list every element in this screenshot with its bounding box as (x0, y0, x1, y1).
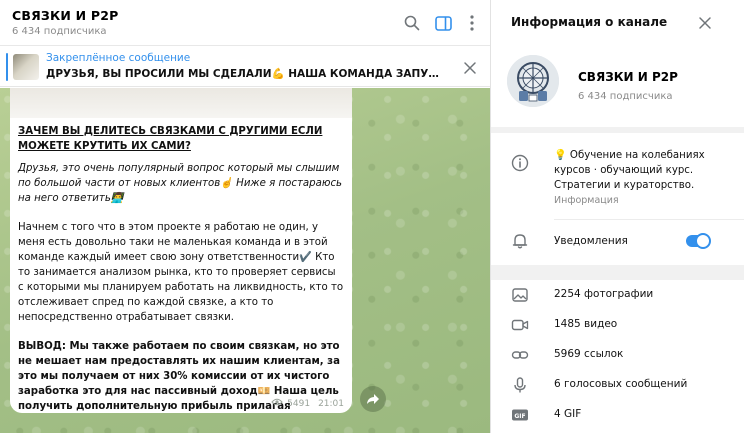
pinned-thumbnail (13, 54, 39, 80)
message-time: 21:01 (318, 398, 344, 409)
media-row-voice[interactable]: 6 голосовых сообщений (491, 370, 744, 400)
message-image[interactable] (10, 88, 352, 118)
media-label: 2254 фотографии (554, 288, 654, 300)
forward-button[interactable] (360, 386, 386, 412)
sidebar-toggle-icon[interactable] (432, 12, 454, 34)
info-title: Информация о канале (511, 15, 668, 29)
message-meta: 5491 21:01 (271, 398, 344, 409)
pinned-text: ДРУЗЬЯ, ВЫ ПРОСИЛИ МЫ СДЕЛАЛИ💪 НАША КОМА… (46, 68, 442, 80)
pinned-indicator (6, 53, 8, 81)
chat-title[interactable]: СВЯЗКИ И P2P (12, 8, 118, 23)
description-label: Информация (554, 195, 619, 206)
channel-name: СВЯЗКИ И P2P (578, 70, 678, 84)
channel-info-panel: Информация о канале СВЯЗКИ И P2P 6 434 п… (490, 0, 744, 433)
message-intro: Друзья, это очень популярный вопрос кото… (18, 163, 343, 204)
notifications-toggle[interactable] (686, 233, 711, 249)
media-row-videos[interactable]: 1485 видео (491, 310, 744, 340)
views-icon (271, 398, 283, 409)
message-bubble[interactable]: ЗАЧЕМ ВЫ ДЕЛИТЕСЬ СВЯЗКАМИ С ДРУГИМИ ЕСЛ… (10, 88, 352, 413)
chat-panel: СВЯЗКИ И P2P 6 434 подписчика Закреплённ… (0, 0, 490, 433)
media-label: 6 голосовых сообщений (554, 378, 688, 390)
channel-subscriber-count: 6 434 подписчика (578, 91, 673, 102)
message-body: ЗАЧЕМ ВЫ ДЕЛИТЕСЬ СВЯЗКАМИ С ДРУГИМИ ЕСЛ… (18, 124, 344, 413)
chat-subscriber-count: 6 434 подписчика (12, 26, 107, 37)
channel-info-card: Информация о канале СВЯЗКИ И P2P 6 434 п… (491, 0, 744, 265)
divider (554, 219, 744, 220)
media-row-gifs[interactable]: GIF 4 GIF (491, 400, 744, 430)
notifications-label: Уведомления (554, 235, 628, 247)
channel-description: 💡 Обучение на колебаниях курсов · обучаю… (554, 150, 705, 191)
link-icon (511, 346, 529, 364)
microphone-icon (511, 376, 529, 394)
more-options-icon[interactable] (461, 12, 483, 34)
pinned-message-bar[interactable]: Закреплённое сообщение ДРУЗЬЯ, ВЫ ПРОСИЛ… (0, 47, 490, 87)
chat-header[interactable]: СВЯЗКИ И P2P 6 434 подписчика (0, 0, 490, 46)
media-row-links[interactable]: 5969 ссылок (491, 340, 744, 370)
view-count: 5491 (287, 398, 311, 409)
message-heading: ЗАЧЕМ ВЫ ДЕЛИТЕСЬ СВЯЗКАМИ С ДРУГИМИ ЕСЛ… (18, 126, 323, 152)
gif-icon: GIF (511, 406, 529, 424)
bell-icon (511, 232, 529, 250)
svg-text:GIF: GIF (514, 413, 525, 420)
message-paragraph: Начнем с того что в этом проекте я работ… (18, 222, 344, 323)
channel-avatar[interactable] (507, 55, 559, 107)
shared-media-list: 2254 фотографии 1485 видео 5969 ссылок 6… (491, 280, 744, 433)
forward-icon (366, 390, 380, 409)
close-icon[interactable] (462, 60, 478, 76)
video-icon (511, 316, 529, 334)
media-row-photos[interactable]: 2254 фотографии (491, 280, 744, 310)
media-label: 1485 видео (554, 318, 618, 330)
info-icon (511, 154, 529, 172)
divider (491, 127, 744, 133)
media-label: 4 GIF (554, 408, 582, 420)
pinned-label: Закреплённое сообщение (46, 52, 191, 64)
media-label: 5969 ссылок (554, 348, 624, 360)
close-icon[interactable] (696, 14, 714, 32)
search-icon[interactable] (401, 12, 423, 34)
photo-icon (511, 286, 529, 304)
